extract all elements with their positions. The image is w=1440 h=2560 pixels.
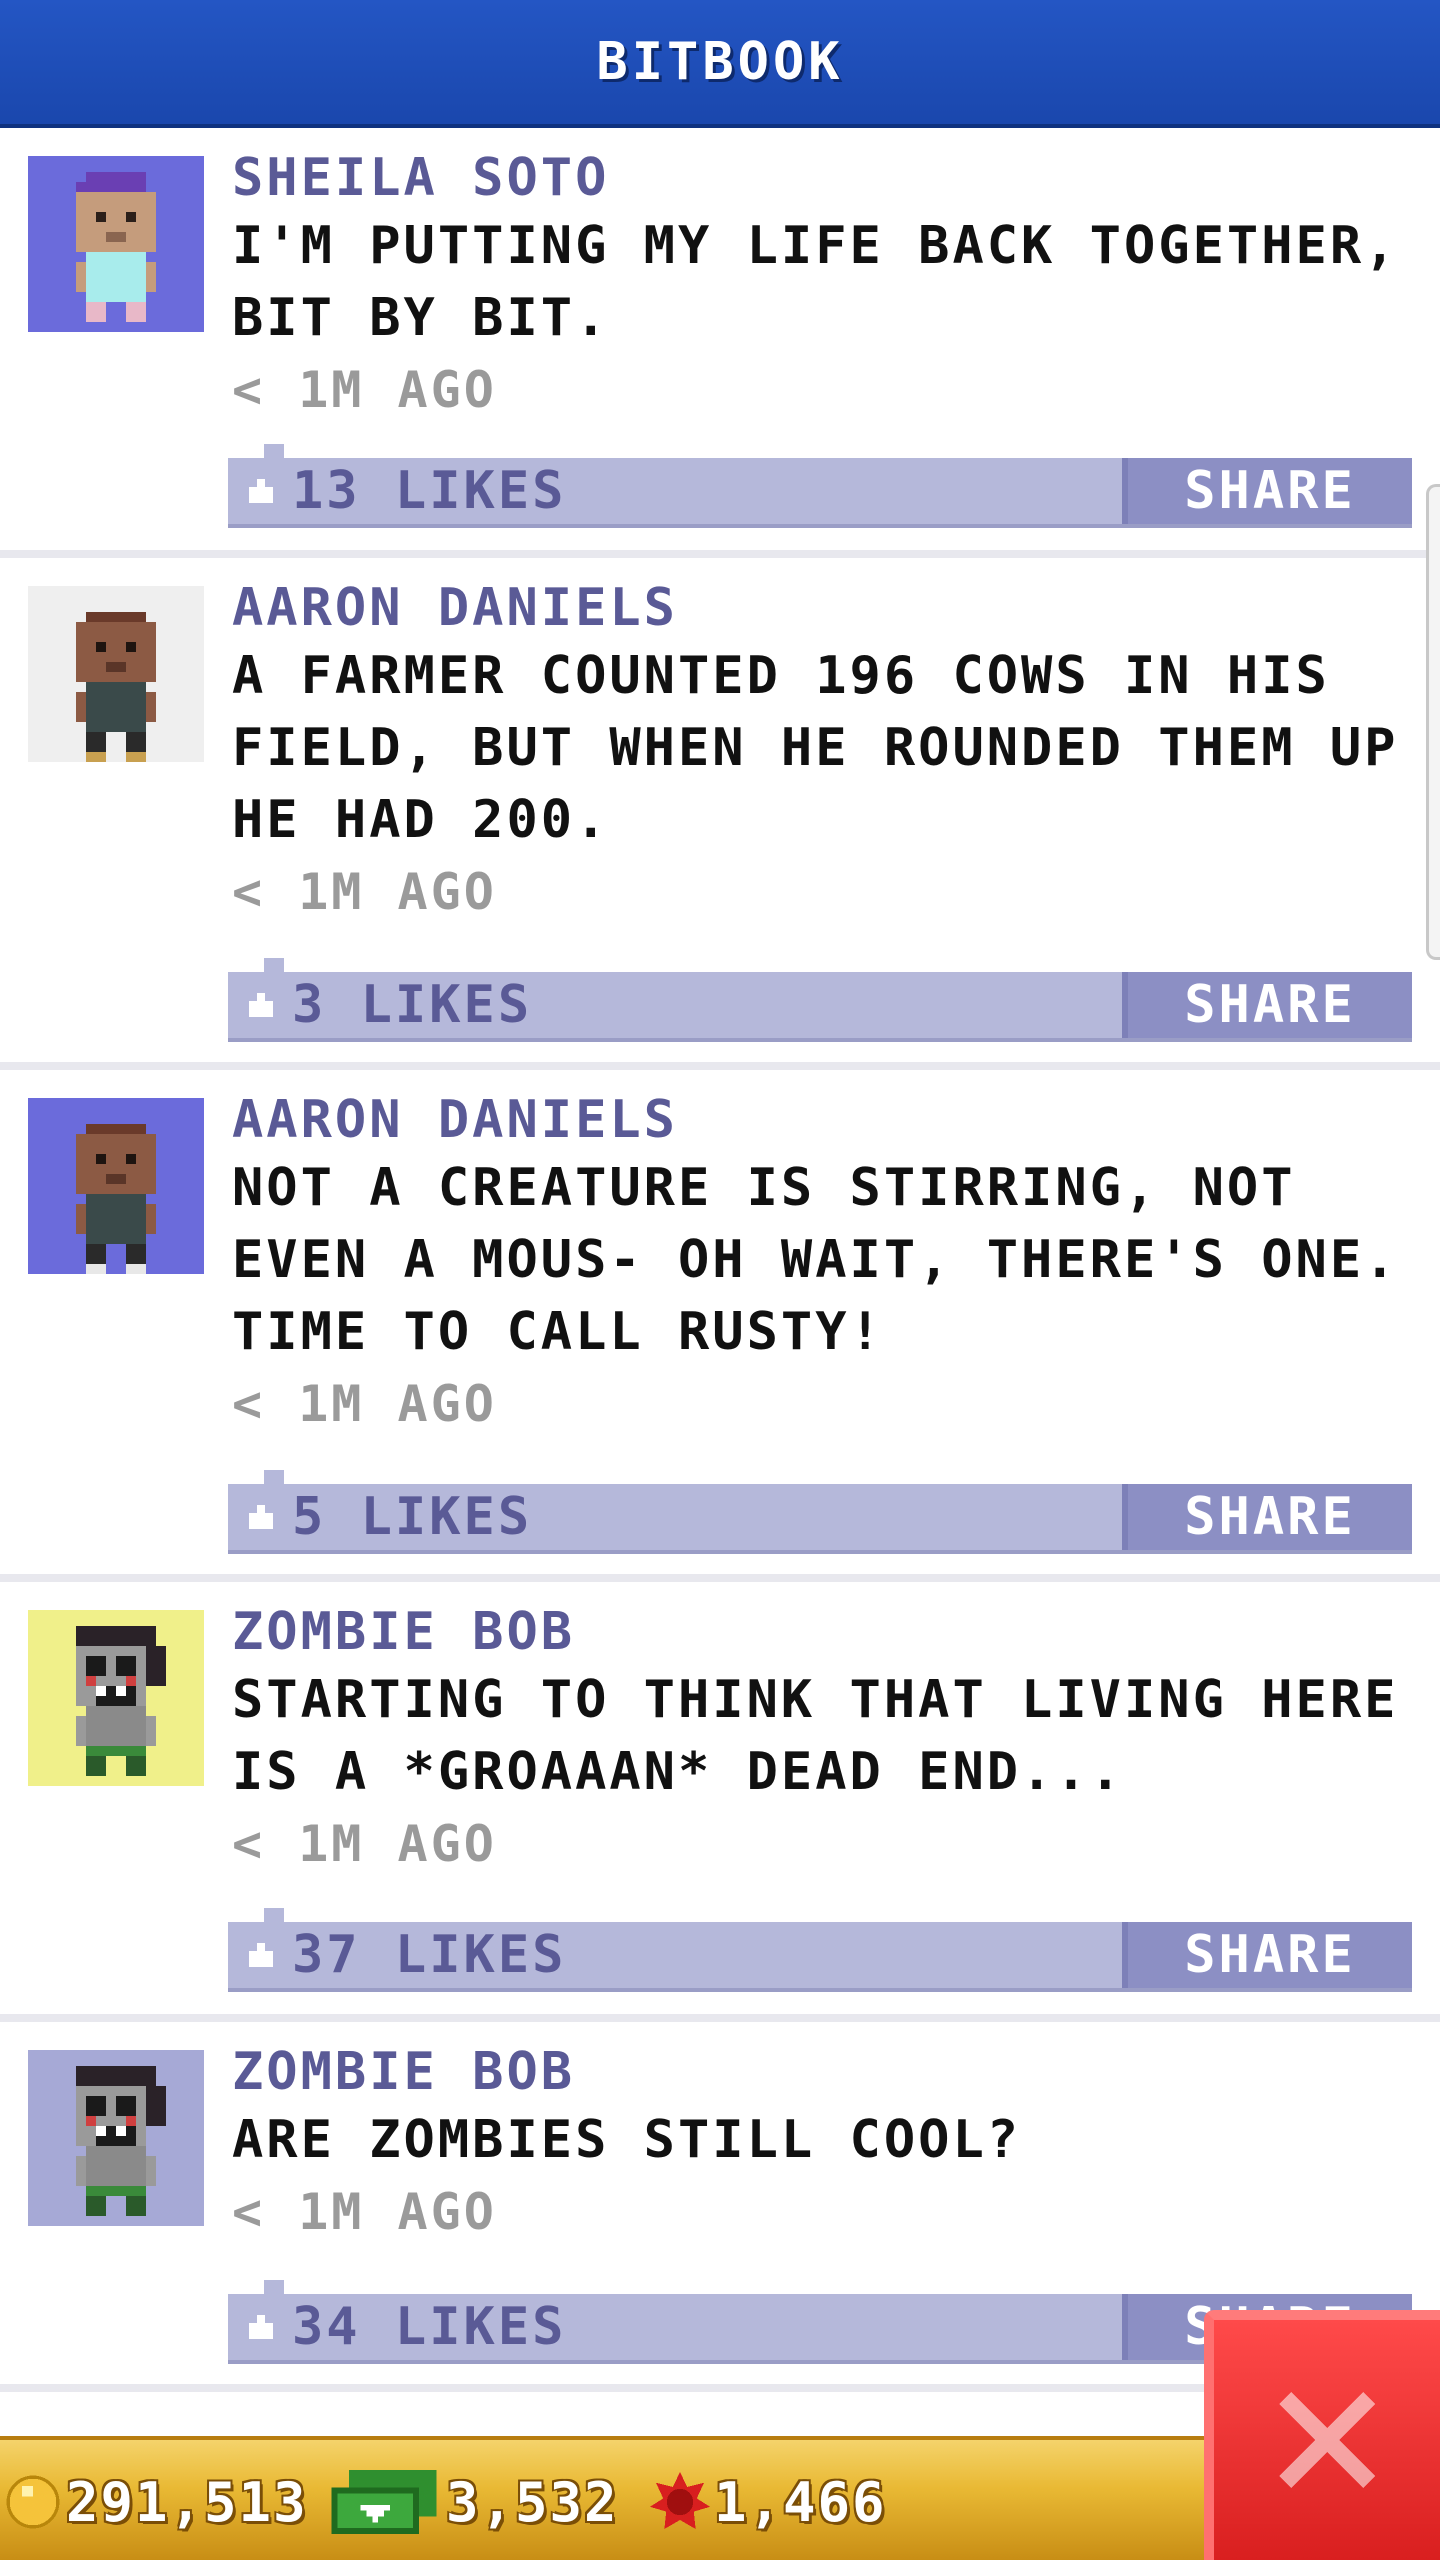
avatar[interactable]	[28, 156, 204, 332]
likes-count: 5 LIKES	[292, 1487, 533, 1547]
thumbs-up-icon[interactable]	[244, 1941, 278, 1969]
share-button[interactable]: SHARE	[1122, 458, 1412, 524]
share-button[interactable]: SHARE	[1122, 972, 1412, 1038]
likes-notch	[264, 1908, 284, 1922]
share-button[interactable]: SHARE	[1122, 1922, 1412, 1988]
likes-count: 13 LIKES	[292, 461, 567, 521]
page-title: BITBOOK	[596, 32, 844, 92]
header-bar: BITBOOK	[0, 0, 1440, 128]
post-time: < 1M AGO	[232, 361, 497, 419]
likes-notch	[264, 444, 284, 458]
post-body: ZOMBIE BOB STARTING TO THINK THAT LIVING…	[232, 1600, 1412, 1880]
gems-value: 1,466	[714, 2470, 887, 2534]
likes-notch	[264, 2280, 284, 2294]
post-body: AARON DANIELS A FARMER COUNTED 196 COWS …	[232, 576, 1412, 928]
post-time: < 1M AGO	[232, 1375, 497, 1433]
coins-value: 291,513	[66, 2470, 308, 2534]
close-icon	[1279, 2392, 1375, 2488]
post-item: AARON DANIELS NOT A CREATURE IS STIRRING…	[0, 1070, 1440, 1582]
post-item: ZOMBIE BOB STARTING TO THINK THAT LIVING…	[0, 1582, 1440, 2022]
likes-count: 37 LIKES	[292, 1925, 567, 1985]
likes-notch	[264, 1470, 284, 1484]
post-text: ARE ZOMBIES STILL COOL?	[232, 2110, 1022, 2170]
coin-icon	[6, 2475, 60, 2529]
aaron-daniels-avatar	[76, 612, 156, 762]
post-feed[interactable]: SHEILA SOTO I'M PUTTING MY LIFE BACK TOG…	[0, 128, 1440, 2392]
likes-bar: 13 LIKES SHARE	[228, 444, 1412, 528]
close-button[interactable]	[1204, 2310, 1440, 2560]
likes-count: 3 LIKES	[292, 975, 533, 1035]
post-text: NOT A CREATURE IS STIRRING, NOT EVEN A M…	[232, 1158, 1399, 1362]
bux-icon	[331, 2470, 437, 2534]
scrollbar[interactable]	[1426, 484, 1440, 960]
likes-bar: 37 LIKES SHARE	[228, 1908, 1412, 1992]
avatar[interactable]	[28, 1098, 204, 1274]
thumbs-up-icon[interactable]	[244, 477, 278, 505]
post-author[interactable]: ZOMBIE BOB	[232, 1600, 1412, 1664]
zombie-bob-avatar	[76, 1626, 166, 1776]
post-author[interactable]: AARON DANIELS	[232, 576, 1412, 640]
gem-icon	[650, 2472, 710, 2529]
post-author[interactable]: ZOMBIE BOB	[232, 2040, 1412, 2104]
avatar[interactable]	[28, 2050, 204, 2226]
share-button[interactable]: SHARE	[1122, 1484, 1412, 1550]
post-author[interactable]: SHEILA SOTO	[232, 146, 1412, 210]
gems-display: 1,466	[650, 2440, 887, 2560]
post-text: STARTING TO THINK THAT LIVING HERE IS A …	[232, 1670, 1399, 1802]
bux-display: 3,532	[330, 2440, 619, 2560]
post-item: SHEILA SOTO I'M PUTTING MY LIFE BACK TOG…	[0, 128, 1440, 558]
post-text: A FARMER COUNTED 196 COWS IN HIS FIELD, …	[232, 646, 1399, 850]
post-body: SHEILA SOTO I'M PUTTING MY LIFE BACK TOG…	[232, 146, 1412, 426]
bux-value: 3,532	[446, 2470, 619, 2534]
avatar[interactable]	[28, 586, 204, 762]
likes-bar: 3 LIKES SHARE	[228, 958, 1412, 1042]
zombie-bob-avatar	[76, 2066, 166, 2216]
thumbs-up-icon[interactable]	[244, 991, 278, 1019]
bitbook-screen: BITBOOK SHEILA SOTO I'M PUTTING MY LIFE …	[0, 0, 1440, 2560]
likes-count: 34 LIKES	[292, 2297, 567, 2357]
sheila-soto-avatar	[76, 172, 156, 322]
post-time: < 1M AGO	[232, 863, 497, 921]
coins-display: 291,513	[6, 2440, 308, 2560]
post-time: < 1M AGO	[232, 1815, 497, 1873]
post-item: AARON DANIELS A FARMER COUNTED 196 COWS …	[0, 558, 1440, 1070]
thumbs-up-icon[interactable]	[244, 1503, 278, 1531]
post-body: ZOMBIE BOB ARE ZOMBIES STILL COOL? < 1M …	[232, 2040, 1412, 2248]
avatar[interactable]	[28, 1610, 204, 1786]
thumbs-up-icon[interactable]	[244, 2313, 278, 2341]
post-body: AARON DANIELS NOT A CREATURE IS STIRRING…	[232, 1088, 1412, 1440]
aaron-daniels-avatar	[76, 1124, 156, 1274]
post-text: I'M PUTTING MY LIFE BACK TOGETHER, BIT B…	[232, 216, 1399, 348]
likes-notch	[264, 958, 284, 972]
post-author[interactable]: AARON DANIELS	[232, 1088, 1412, 1152]
post-time: < 1M AGO	[232, 2183, 497, 2241]
likes-bar: 5 LIKES SHARE	[228, 1470, 1412, 1554]
